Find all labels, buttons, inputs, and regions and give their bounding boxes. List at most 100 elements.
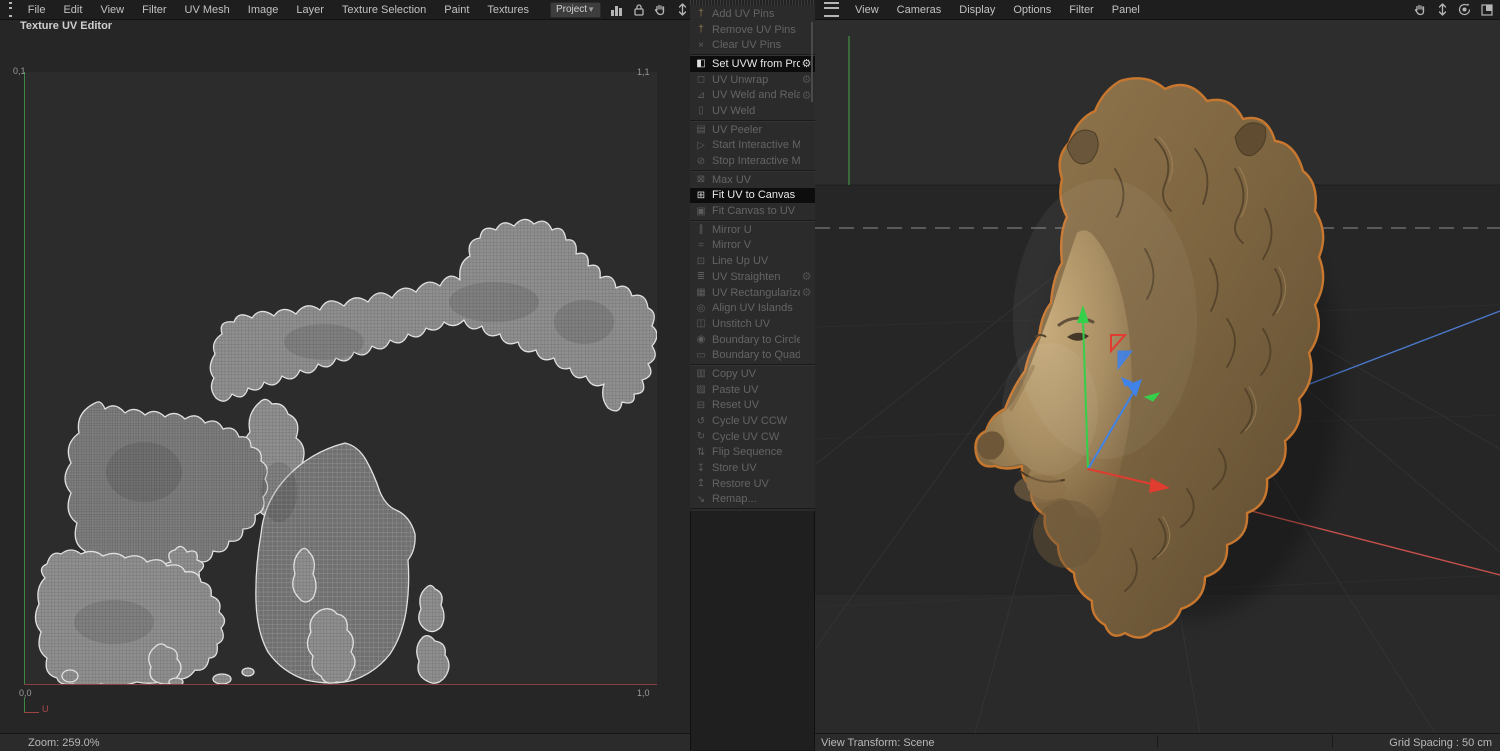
boundary-quad-icon: ▭ bbox=[696, 349, 706, 361]
menu-view[interactable]: View bbox=[846, 4, 888, 16]
histogram-icon[interactable] bbox=[609, 2, 624, 17]
command-mirror-u[interactable]: ∥ Mirror U bbox=[690, 222, 815, 238]
uv-corner-label: 1,0 bbox=[637, 688, 650, 698]
gear-icon[interactable]: ⚙ bbox=[800, 270, 813, 283]
command-cycle-uv-ccw[interactable]: ↺ Cycle UV CCW bbox=[690, 413, 815, 429]
command-label: Flip Sequence bbox=[712, 446, 783, 459]
weld-icon: ▯ bbox=[698, 105, 704, 117]
command-fit-uv-to-canvas[interactable]: ⊞ Fit UV to Canvas bbox=[690, 187, 815, 204]
command-boundary-to-circle[interactable]: ◉ Boundary to Circle bbox=[690, 332, 815, 348]
menu-filter[interactable]: Filter bbox=[133, 4, 175, 16]
statusbar-divider bbox=[1332, 735, 1333, 748]
command-label: Cycle UV CCW bbox=[712, 415, 788, 428]
dolly-icon[interactable] bbox=[675, 2, 690, 17]
stop-icon: ⊘ bbox=[696, 155, 706, 167]
panel-scrollbar[interactable] bbox=[811, 22, 813, 102]
menu-display[interactable]: Display bbox=[950, 4, 1004, 16]
viewport-canvas[interactable] bbox=[815, 19, 1500, 733]
hand-icon[interactable] bbox=[653, 2, 668, 17]
menu-cameras[interactable]: Cameras bbox=[888, 4, 951, 16]
command-label: Restore UV bbox=[712, 477, 769, 490]
command-label: Clear UV Pins bbox=[712, 39, 782, 52]
menu-filter[interactable]: Filter bbox=[1060, 4, 1102, 16]
menu-file[interactable]: File bbox=[19, 4, 55, 16]
hamburger-icon[interactable] bbox=[9, 2, 12, 17]
panel-drag-grip[interactable] bbox=[690, 0, 815, 5]
menu-image[interactable]: Image bbox=[239, 4, 288, 16]
uv-editor-toolbar bbox=[609, 2, 690, 17]
command-flip-sequence[interactable]: ⇅ Flip Sequence bbox=[690, 445, 815, 461]
command-paste-uv[interactable]: ▨ Paste UV bbox=[690, 382, 815, 398]
statusbar-divider bbox=[1157, 735, 1158, 748]
command-align-uv-islands[interactable]: ◎ Align UV Islands bbox=[690, 300, 815, 316]
command-max-uv[interactable]: ⊠ Max UV bbox=[690, 172, 815, 188]
menu-textures[interactable]: Textures bbox=[478, 4, 538, 16]
straighten-icon: ≣ bbox=[696, 271, 706, 283]
view-transform-status: View Transform: Scene bbox=[821, 736, 935, 749]
menu-texture-selection[interactable]: Texture Selection bbox=[333, 4, 435, 16]
unwrap-icon: ◻ bbox=[696, 74, 706, 86]
menu-panel[interactable]: Panel bbox=[1103, 4, 1149, 16]
command-label: Store UV bbox=[712, 462, 757, 475]
command-copy-uv[interactable]: ▥ Copy UV bbox=[690, 366, 815, 382]
command-fit-canvas-to-uv[interactable]: ▣ Fit Canvas to UV bbox=[690, 203, 815, 219]
uv-islands[interactable] bbox=[24, 72, 657, 685]
command-uv-peeler[interactable]: ▤ UV Peeler bbox=[690, 122, 815, 138]
lock-icon[interactable] bbox=[631, 2, 646, 17]
cycle-cw-icon: ↻ bbox=[696, 431, 706, 443]
menu-view[interactable]: View bbox=[91, 4, 133, 16]
command-clear-uv-pins[interactable]: × Clear UV Pins bbox=[690, 37, 815, 53]
maximize-icon[interactable] bbox=[1479, 2, 1494, 17]
gear-icon[interactable]: ⚙ bbox=[800, 286, 813, 299]
menu-paint[interactable]: Paint bbox=[435, 4, 478, 16]
uv-editor-title: Texture UV Editor bbox=[20, 20, 113, 32]
uv-origin-gizmo-v bbox=[24, 697, 25, 713]
add-pin-icon: † bbox=[698, 8, 704, 20]
command-label: Mirror V bbox=[712, 239, 752, 252]
command-boundary-to-quad[interactable]: ▭ Boundary to Quad bbox=[690, 347, 815, 363]
orbit-icon[interactable] bbox=[1457, 2, 1472, 17]
uv-v-axis-line bbox=[24, 72, 25, 685]
command-stop-interactive-mapping[interactable]: ⊘ Stop Interactive Mapping bbox=[690, 153, 815, 169]
project-dropdown[interactable]: Project ▼ bbox=[549, 1, 601, 18]
hamburger-icon[interactable] bbox=[824, 2, 839, 17]
command-uv-straighten[interactable]: ≣ UV Straighten ⚙ bbox=[690, 269, 815, 285]
command-label: Stop Interactive Mapping bbox=[712, 155, 800, 168]
command-label: Fit Canvas to UV bbox=[712, 205, 796, 218]
uv-editor-statusbar: Zoom: 259.0% bbox=[0, 733, 690, 751]
command-uv-rectangularize[interactable]: ▦ UV Rectangularize ⚙ bbox=[690, 285, 815, 301]
command-reset-uv[interactable]: ⊟ Reset UV bbox=[690, 398, 815, 414]
command-start-interactive-mapping[interactable]: ▷ Start Interactive Mapping bbox=[690, 138, 815, 154]
hand-icon[interactable] bbox=[1413, 2, 1428, 17]
command-mirror-v[interactable]: = Mirror V bbox=[690, 238, 815, 254]
command-set-uvw-from-projection[interactable]: ◧Set UVW from Projection⚙ bbox=[690, 56, 815, 72]
menu-edit[interactable]: Edit bbox=[54, 4, 91, 16]
command-uv-weld[interactable]: ▯ UV Weld bbox=[690, 103, 815, 119]
uv-island-crumb bbox=[241, 667, 255, 677]
command-cycle-uv-cw[interactable]: ↻ Cycle UV CW bbox=[690, 429, 815, 445]
menu-options[interactable]: Options bbox=[1004, 4, 1060, 16]
command-add-uv-pins[interactable]: † Add UV Pins bbox=[690, 6, 815, 22]
menu-layer[interactable]: Layer bbox=[287, 4, 333, 16]
store-icon: ↧ bbox=[696, 462, 706, 474]
command-label: Set UVW from Projection bbox=[712, 57, 800, 70]
command-uv-weld-and-relax[interactable]: ⊿ UV Weld and Relax ⚙ bbox=[690, 87, 815, 103]
align-islands-icon: ◎ bbox=[696, 302, 706, 314]
command-unstitch-uv[interactable]: ◫ Unstitch UV bbox=[690, 316, 815, 332]
command-label: UV Weld and Relax bbox=[712, 89, 800, 102]
command-group: † Add UV Pins † Remove UV Pins × Clear UV Pin… bbox=[690, 5, 815, 56]
command-label: UV Peeler bbox=[712, 123, 763, 136]
paste-icon: ▨ bbox=[696, 384, 706, 396]
peeler-icon: ▤ bbox=[696, 124, 706, 136]
command-remap-[interactable]: ↘ Remap... bbox=[690, 492, 815, 508]
command-uv-unwrap[interactable]: ◻ UV Unwrap ⚙ bbox=[690, 72, 815, 88]
command-remove-uv-pins[interactable]: † Remove UV Pins bbox=[690, 22, 815, 38]
dolly-icon[interactable] bbox=[1435, 2, 1450, 17]
command-label: UV Rectangularize bbox=[712, 286, 800, 299]
command-line-up-uv[interactable]: ⊡ Line Up UV bbox=[690, 253, 815, 269]
menu-uv-mesh[interactable]: UV Mesh bbox=[176, 4, 239, 16]
unstitch-icon: ◫ bbox=[696, 318, 706, 330]
command-label: Remove UV Pins bbox=[712, 23, 796, 36]
command-restore-uv[interactable]: ↥ Restore UV bbox=[690, 476, 815, 492]
command-store-uv[interactable]: ↧ Store UV bbox=[690, 460, 815, 476]
